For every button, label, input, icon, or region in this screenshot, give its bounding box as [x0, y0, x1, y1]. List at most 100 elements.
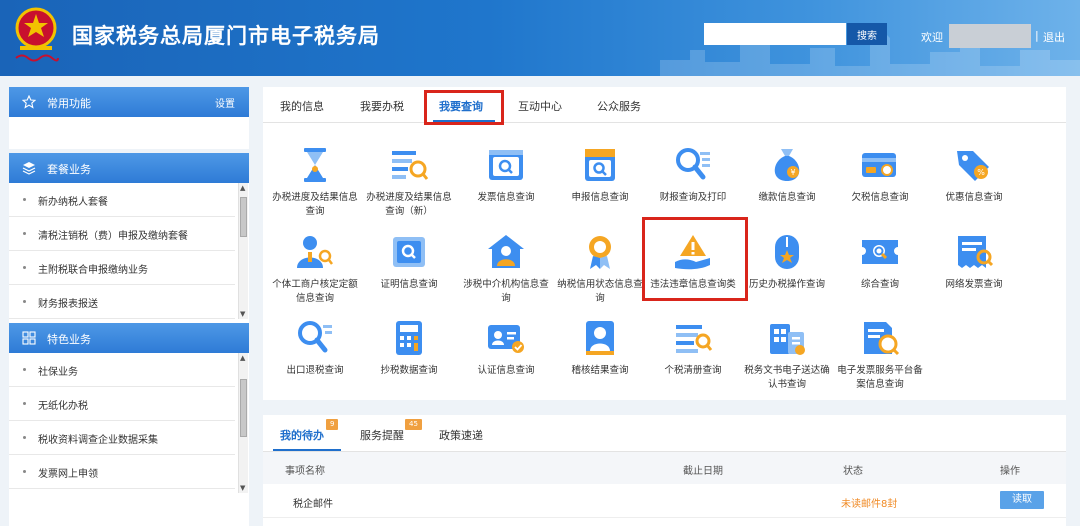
table-header: 事项名称 截止日期 状态 操作 — [263, 452, 1066, 484]
tab-my-todo[interactable]: 我的待办 — [280, 427, 324, 443]
bullet — [23, 368, 26, 371]
svg-text:%: % — [977, 168, 985, 177]
favorites-content — [9, 117, 249, 153]
tax-list-icon — [676, 325, 713, 353]
tile-label: 申报信息查询 — [571, 192, 629, 203]
scroll-down-arrow-icon[interactable]: ▼ — [240, 310, 245, 318]
layers-icon — [22, 162, 36, 175]
tile-credit-status-query[interactable]: 纳税信用状态信息查询 — [554, 218, 646, 304]
features-list: 社保业务 无纸化办税 税收资料调查企业数据采集 发票网上申领 ▲ ▼ — [9, 353, 249, 493]
list-item[interactable]: 发票网上申领 — [9, 455, 235, 489]
packages-header[interactable]: 套餐业务 — [9, 153, 249, 183]
hourglass-icon — [304, 148, 326, 182]
tile-label: 纳税信用状态信息查询 — [557, 279, 643, 304]
document-building-icon — [770, 324, 805, 355]
main-tabs: 我的信息 我要办税 我要查询 互动中心 公众服务 — [263, 87, 1066, 123]
bullet — [23, 198, 26, 201]
bullet — [23, 470, 26, 473]
logout-link[interactable]: 退出 — [1043, 29, 1065, 45]
tab-my-info[interactable]: 我的信息 — [280, 98, 324, 114]
tile-label: 个税清册查询 — [664, 365, 722, 376]
tile-invoice-query[interactable]: 发票信息查询 — [460, 131, 552, 217]
tile-online-invoice-query[interactable]: 网络发票查询 — [928, 218, 1020, 304]
scroll-up-arrow-icon[interactable]: ▲ — [240, 354, 245, 362]
history-mouse-icon — [775, 235, 799, 269]
list-item[interactable]: 社保业务 — [9, 353, 235, 387]
list-search-icon — [392, 151, 429, 180]
tab-public-service[interactable]: 公众服务 — [597, 98, 641, 114]
list-item-label: 发票网上申领 — [38, 469, 98, 480]
tile-progress-query-new[interactable]: 办税进度及结果信息查询（新） — [363, 131, 455, 217]
tile-individual-tax-list-query[interactable]: 个税清册查询 — [647, 304, 739, 390]
tab-interaction[interactable]: 互动中心 — [518, 98, 562, 114]
top-header: 国家税务总局厦门市电子税务局 搜索 欢迎 | 退出 — [0, 0, 1080, 76]
list-item[interactable]: 税收资料调查企业数据采集 — [9, 421, 235, 455]
bullet — [23, 436, 26, 439]
tile-certificate-query[interactable]: 证明信息查询 — [363, 218, 455, 304]
tile-financial-report-print[interactable]: 财报查询及打印 — [647, 131, 739, 217]
tile-label: 发票信息查询 — [477, 192, 535, 203]
list-item[interactable]: 清税注销税（费）申报及缴纳套餐 — [9, 217, 235, 251]
tile-label: 个体工商户核定定额信息查询 — [272, 279, 358, 304]
scroll-thumb[interactable] — [240, 379, 247, 437]
scroll-down-arrow-icon[interactable]: ▼ — [240, 484, 245, 492]
tab-policy-express[interactable]: 政策速递 — [439, 427, 483, 443]
tile-declaration-query[interactable]: 申报信息查询 — [554, 131, 646, 217]
export-search-icon — [298, 321, 332, 353]
tile-payment-query[interactable]: ¥ 缴款信息查询 — [741, 131, 833, 217]
list-item-label: 清税注销税（费）申报及缴纳套餐 — [38, 231, 188, 242]
highlight-box-violation-tile — [642, 217, 748, 301]
tile-document-delivery-query[interactable]: 税务文书电子送达确认书查询 — [741, 304, 833, 390]
svg-text:¥: ¥ — [790, 168, 795, 177]
search-button[interactable]: 搜索 — [847, 23, 887, 45]
tile-label: 稽核结果查询 — [571, 365, 629, 376]
tile-e-invoice-platform-query[interactable]: 电子发票服务平台备案信息查询 — [834, 304, 926, 390]
todo-tabs: 我的待办 9 服务提醒 45 政策速递 — [263, 415, 1066, 452]
tile-label: 认证信息查询 — [477, 365, 535, 376]
tile-label: 财报查询及打印 — [659, 192, 727, 203]
tile-tax-arrears-query[interactable]: 欠税信息查询 — [834, 131, 926, 217]
tile-authentication-query[interactable]: 认证信息查询 — [460, 304, 552, 390]
tile-label: 欠税信息查询 — [851, 192, 909, 203]
read-button[interactable]: 读取 — [1000, 491, 1044, 509]
todo-count-badge: 9 — [326, 419, 339, 430]
tile-label: 历史办税操作查询 — [748, 279, 825, 290]
tile-preferential-query[interactable]: % 优惠信息查询 — [928, 131, 1020, 217]
person-search-icon — [297, 236, 333, 268]
medal-icon — [589, 236, 611, 269]
list-item-label: 无纸化办税 — [38, 401, 88, 412]
tile-label: 证明信息查询 — [380, 279, 438, 290]
discount-tag-icon: % — [957, 151, 989, 181]
tile-audit-result-query[interactable]: 稽核结果查询 — [554, 304, 646, 390]
house-person-icon — [488, 235, 524, 268]
features-header[interactable]: 特色业务 — [9, 323, 249, 353]
scroll-up-arrow-icon[interactable]: ▲ — [240, 184, 245, 192]
features-scrollbar[interactable]: ▲ ▼ — [238, 353, 248, 493]
tile-comprehensive-query[interactable]: 综合查询 — [834, 218, 926, 304]
tile-label: 优惠信息查询 — [945, 192, 1003, 203]
left-sidebar: 常用功能 设置 套餐业务 新办纳税人套餐 清税注销税（费）申报及缴纳套餐 主附税… — [9, 87, 249, 526]
tile-individual-business-query[interactable]: 个体工商户核定定额信息查询 — [269, 218, 361, 304]
list-item-label: 主附税联合申报缴纳业务 — [38, 265, 148, 276]
tab-tax-handling[interactable]: 我要办税 — [360, 98, 404, 114]
tab-service-reminder[interactable]: 服务提醒 — [360, 427, 404, 443]
packages-scrollbar[interactable]: ▲ ▼ — [238, 183, 248, 319]
tile-progress-query[interactable]: 办税进度及结果信息查询 — [269, 131, 361, 217]
tile-history-operation-query[interactable]: 历史办税操作查询 — [741, 218, 833, 304]
search-input[interactable] — [704, 23, 846, 45]
tile-intermediary-query[interactable]: 涉税中介机构信息查询 — [460, 218, 552, 304]
favorites-settings-link[interactable]: 设置 — [215, 95, 235, 110]
ticket-search-icon — [862, 240, 898, 264]
list-item[interactable]: 主附税联合申报缴纳业务 — [9, 251, 235, 285]
bullet — [23, 402, 26, 405]
list-item[interactable]: 财务报表报送 — [9, 285, 235, 319]
scroll-thumb[interactable] — [240, 197, 247, 237]
reminder-count-badge: 45 — [405, 419, 422, 430]
tile-export-rebate-query[interactable]: 出口退税查询 — [269, 304, 361, 390]
tile-tax-copy-query[interactable]: 抄税数据查询 — [363, 304, 455, 390]
declaration-search-icon — [585, 149, 615, 181]
list-item[interactable]: 新办纳税人套餐 — [9, 183, 235, 217]
list-item[interactable]: 无纸化办税 — [9, 387, 235, 421]
list-item-label: 财务报表报送 — [38, 299, 98, 310]
certificate-search-icon — [393, 237, 425, 267]
